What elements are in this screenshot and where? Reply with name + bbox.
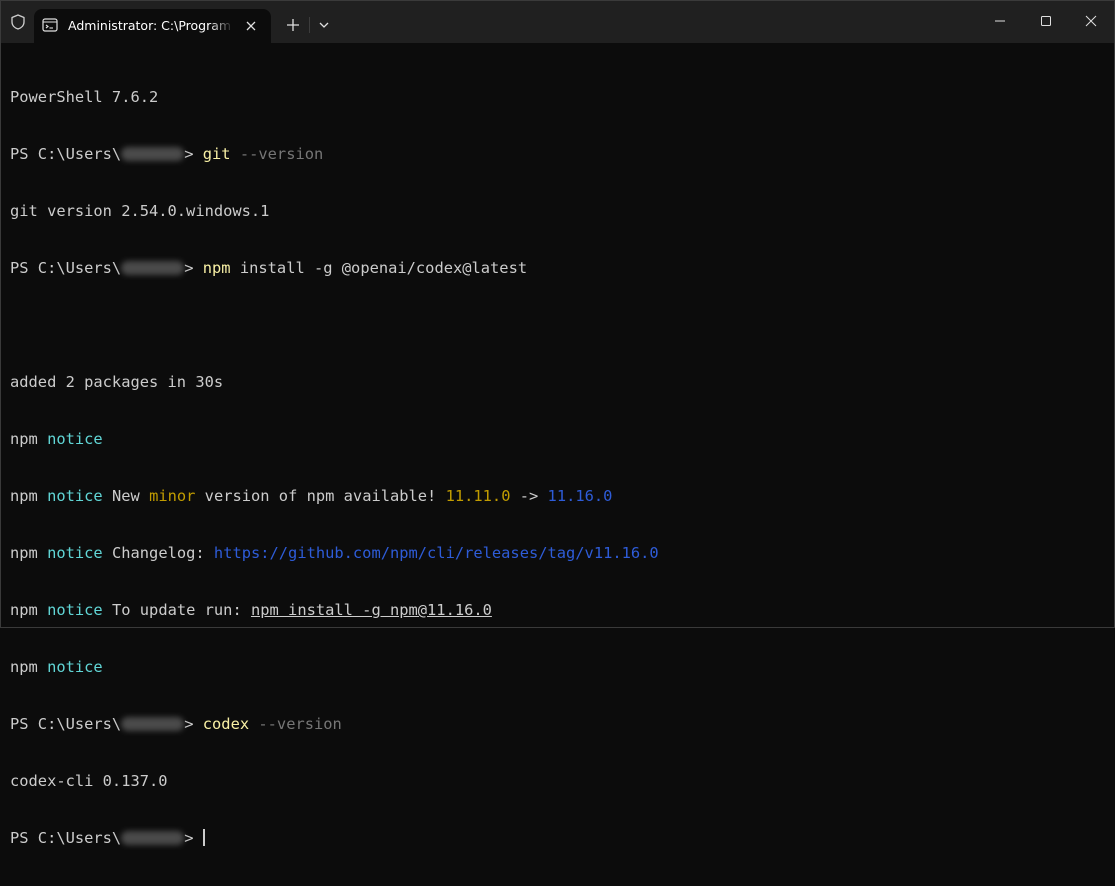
command-text: codex	[202, 715, 250, 733]
chevron-down-icon[interactable]	[315, 16, 333, 34]
shield-icon	[9, 13, 27, 31]
header-line: PowerShell 7.6.2	[10, 88, 159, 106]
terminal-icon	[42, 17, 58, 33]
output-line: codex-cli 0.137.0	[10, 772, 168, 790]
changelog-link[interactable]: https://github.com/npm/cli/releases/tag/…	[214, 544, 659, 562]
npm-notice-line: npm notice Changelog: https://github.com…	[10, 544, 659, 562]
npm-notice-line: npm notice	[10, 658, 103, 676]
command-args: install -g @openai/codex@latest	[239, 259, 528, 277]
redacted-username	[121, 831, 185, 845]
command-args: --version	[239, 145, 324, 163]
text-cursor	[203, 829, 205, 846]
npm-notice-line: npm notice To update run: npm install -g…	[10, 601, 492, 619]
redacted-username	[121, 717, 185, 731]
terminal-output[interactable]: PowerShell 7.6.2 PS C:\Users\ > git --ver…	[10, 50, 659, 886]
npm-notice-line: npm notice New minor version of npm avai…	[10, 487, 613, 505]
npm-notice-line: npm notice	[10, 430, 103, 448]
tab-title: Administrator: C:\Program Files\PowerShe…	[68, 18, 234, 33]
terminal-window: Administrator: C:\Program Files\PowerShe…	[0, 0, 1115, 847]
prompt-line: PS C:\Users\ > npm install -g @openai/cod…	[10, 259, 528, 277]
redacted-username	[121, 261, 185, 275]
minimize-button[interactable]	[977, 1, 1023, 41]
active-prompt-line[interactable]: PS C:\Users\ >	[10, 829, 659, 848]
title-bar: Administrator: C:\Program Files\PowerShe…	[1, 1, 1114, 43]
redacted-username	[121, 147, 185, 161]
command-text: npm	[202, 259, 231, 277]
tab-administrator[interactable]: Administrator: C:\Program Files\PowerShe…	[34, 9, 271, 43]
output-line: git version 2.54.0.windows.1	[10, 202, 270, 220]
command-text: git	[202, 145, 231, 163]
update-command: npm install -g npm@11.16.0	[250, 601, 492, 619]
close-window-icon	[1085, 15, 1097, 27]
maximize-icon	[1041, 16, 1051, 26]
close-icon[interactable]	[242, 17, 260, 35]
close-window-button[interactable]	[1068, 1, 1114, 41]
new-version: 11.16.0	[547, 487, 613, 505]
plus-icon[interactable]	[284, 16, 302, 34]
command-args: --version	[258, 715, 342, 733]
minimize-icon	[995, 20, 1005, 22]
output-line: added 2 packages in 30s	[10, 373, 224, 391]
old-version: 11.11.0	[445, 487, 511, 505]
prompt-line: PS C:\Users\ > git --version	[10, 145, 324, 163]
prompt-line: PS C:\Users\ > codex --version	[10, 715, 342, 733]
tab-divider	[309, 17, 310, 33]
maximize-button[interactable]	[1023, 1, 1069, 41]
